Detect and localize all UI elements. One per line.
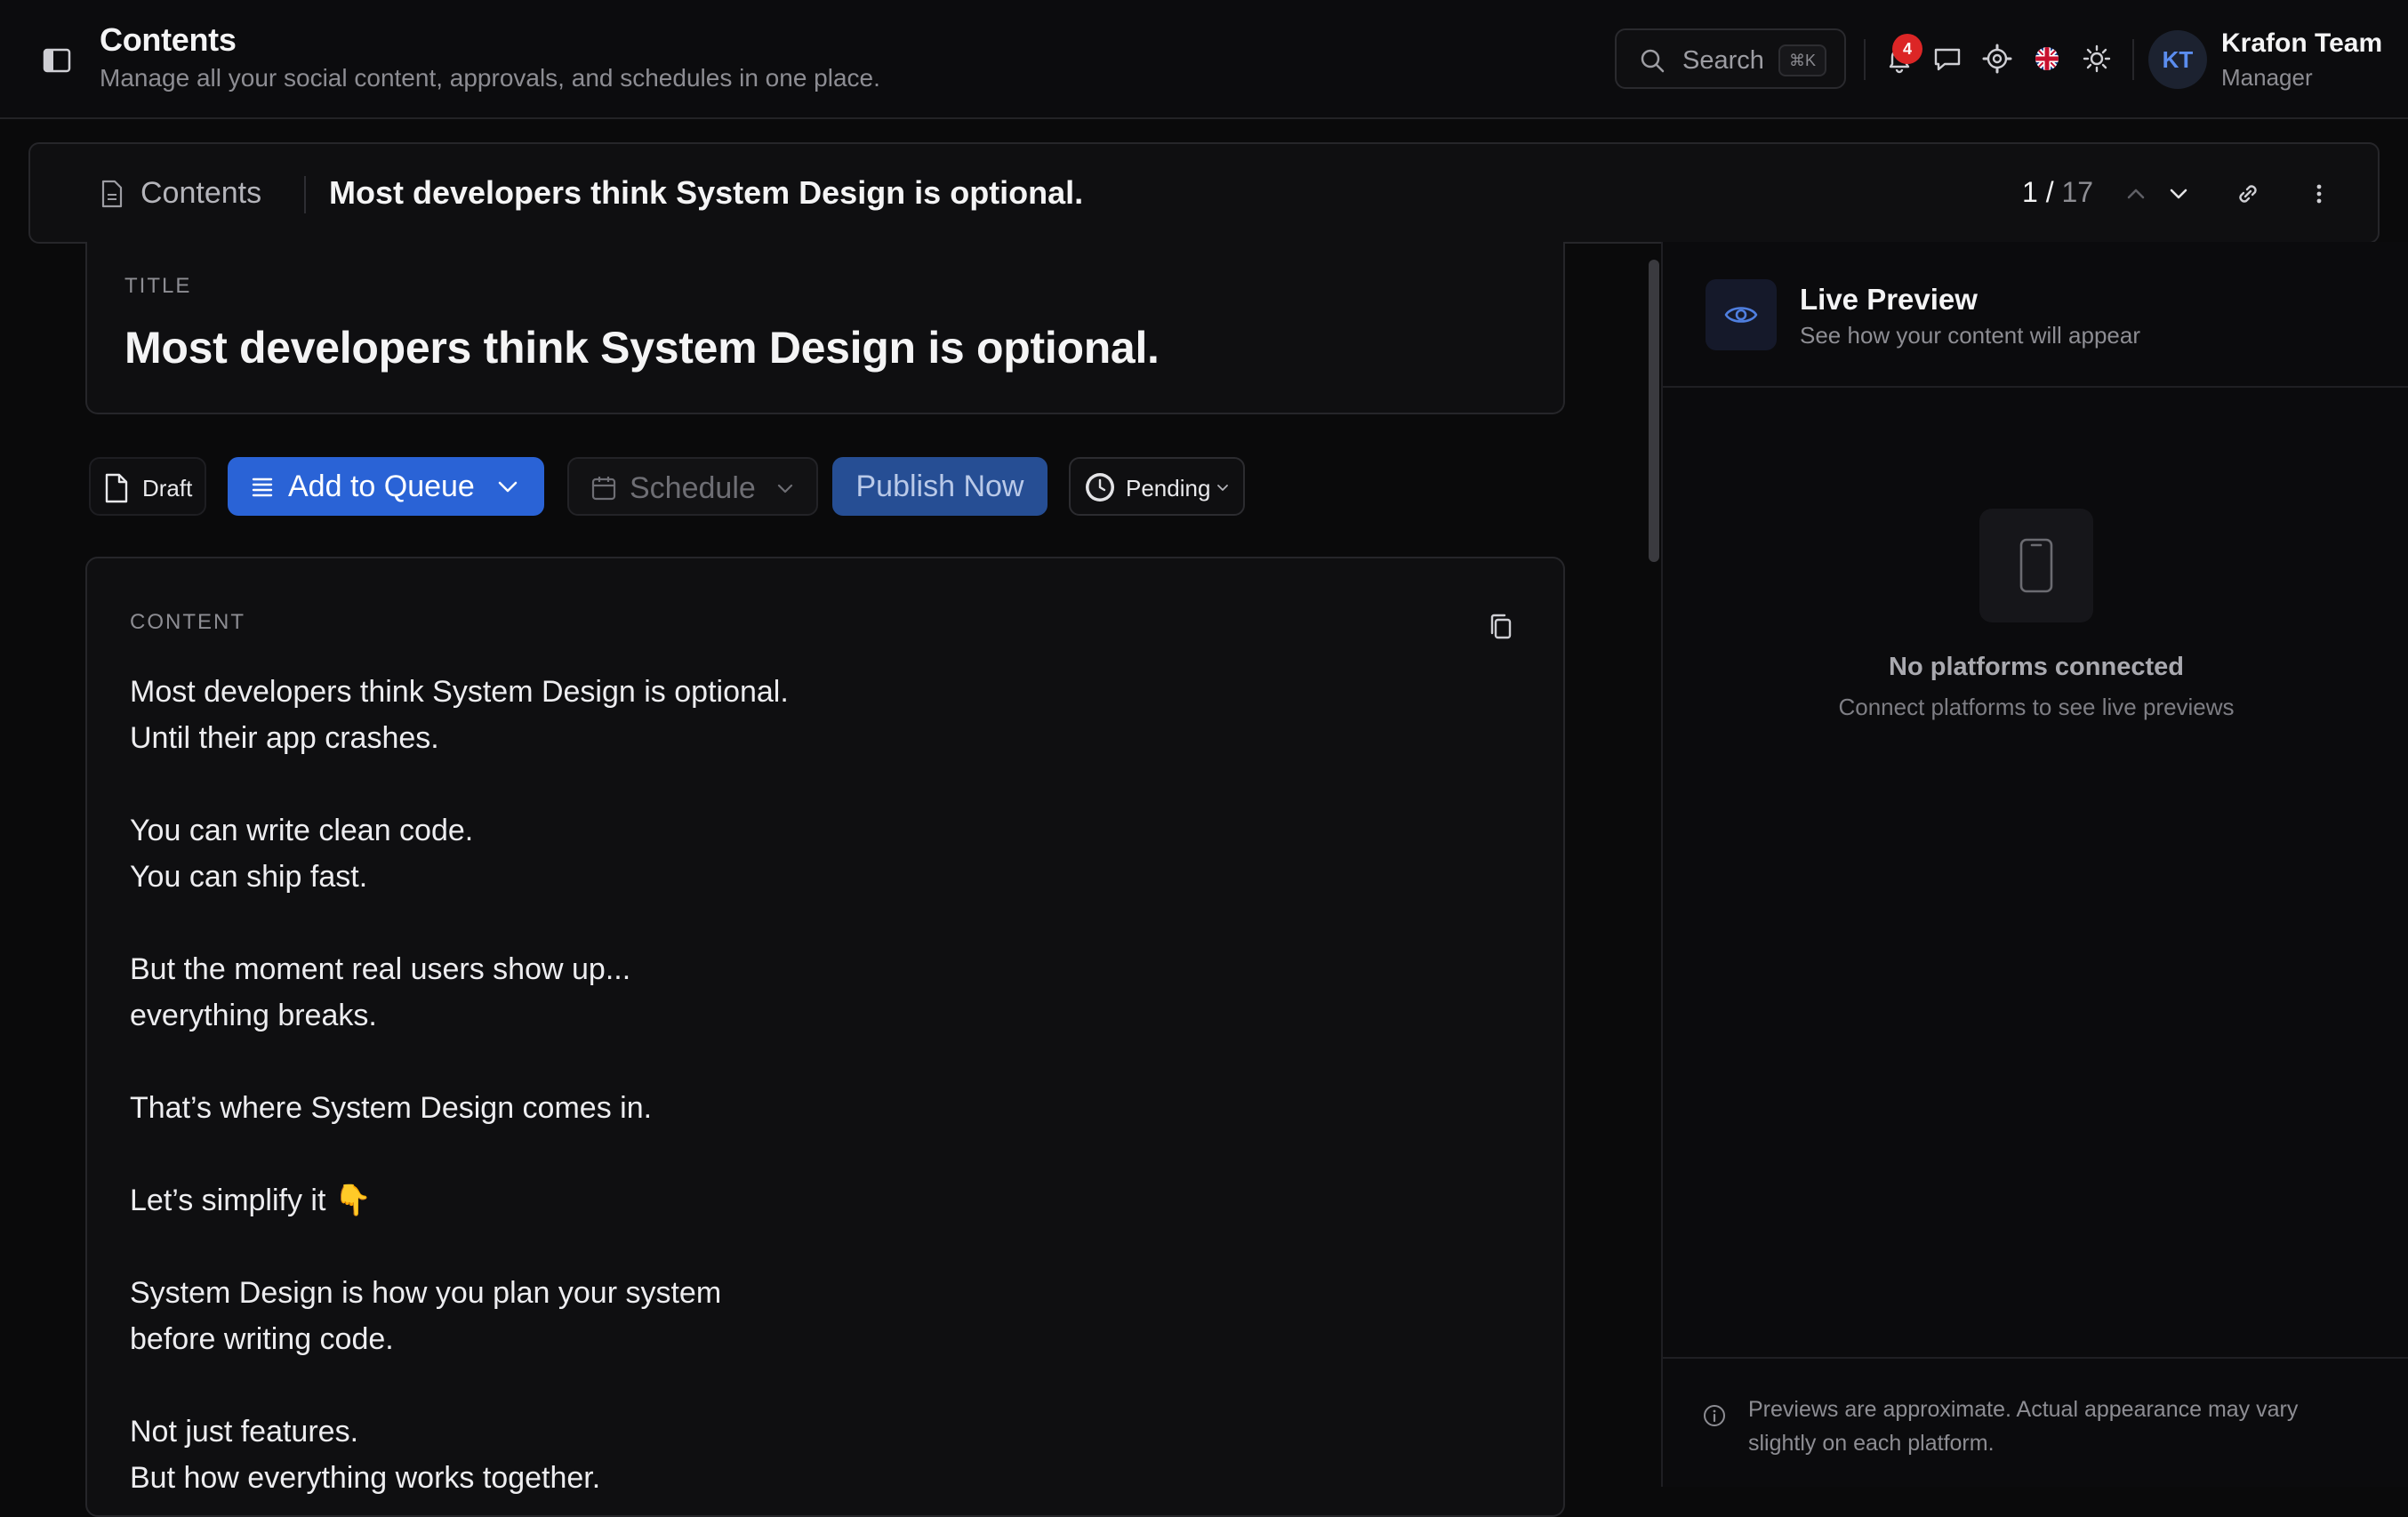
- content-card: CONTENT Most developers think System Des…: [85, 557, 1565, 1517]
- schedule-button[interactable]: Schedule: [567, 457, 818, 516]
- notification-badge: 4: [1892, 34, 1922, 64]
- pager-counter: 1 / 17: [2022, 176, 2093, 209]
- breadcrumb-contents-link[interactable]: Contents: [140, 176, 261, 211]
- add-to-queue-button[interactable]: Add to Queue: [228, 457, 544, 516]
- empty-state-subtitle: Connect platforms to see live previews: [1838, 694, 2235, 720]
- status-badge: Pending: [1126, 475, 1211, 502]
- sidebar-toggle-icon[interactable]: [43, 48, 71, 73]
- calendar-icon: [590, 475, 617, 502]
- more-options-icon[interactable]: [2301, 176, 2337, 212]
- add-to-queue-label: Add to Queue: [288, 470, 475, 503]
- eye-icon-container: [1706, 279, 1777, 350]
- copy-link-button[interactable]: [2230, 176, 2266, 212]
- user-name: Krafon Team: [2221, 28, 2383, 58]
- header-divider: [2132, 39, 2134, 80]
- copy-icon[interactable]: [1487, 612, 1515, 642]
- file-icon: [103, 473, 130, 503]
- user-role: Manager: [2221, 64, 2313, 91]
- gear-icon[interactable]: [1981, 43, 2013, 75]
- breadcrumb: Contents Most developers think System De…: [28, 142, 2380, 244]
- live-preview-header: Live Preview See how your content will a…: [1663, 242, 2408, 388]
- eye-icon: [1723, 299, 1759, 331]
- live-preview-panel: Live Preview See how your content will a…: [1661, 242, 2408, 1487]
- page-subtitle: Manage all your social content, approval…: [100, 64, 880, 92]
- breadcrumb-current: Most developers think System Design is o…: [329, 174, 1084, 211]
- live-preview-subtitle: See how your content will appear: [1800, 322, 2141, 349]
- search-input[interactable]: Search ⌘K: [1615, 28, 1846, 89]
- sun-icon[interactable]: [2081, 43, 2113, 75]
- info-icon: [1702, 1403, 1727, 1428]
- app-header: Contents Manage all your social content,…: [0, 0, 2408, 119]
- chevron-down-icon: [1216, 484, 1229, 493]
- page-title: Contents: [100, 21, 237, 58]
- search-placeholder: Search: [1682, 46, 1764, 75]
- content-body[interactable]: Most developers think System Design is o…: [130, 669, 1464, 1501]
- publish-now-button[interactable]: Publish Now: [832, 457, 1047, 516]
- uk-flag-icon[interactable]: [2031, 43, 2063, 75]
- editor-scrollbar[interactable]: [1649, 260, 1659, 562]
- previous-item-button[interactable]: [2118, 176, 2154, 212]
- search-icon: [1638, 46, 1666, 75]
- breadcrumb-separator: [304, 176, 306, 213]
- chat-icon[interactable]: [1931, 43, 1963, 75]
- chevron-down-icon[interactable]: [496, 477, 519, 496]
- search-shortcut-badge: ⌘K: [1778, 44, 1826, 76]
- phone-icon-container: [1979, 509, 2093, 622]
- title-card: TITLE Most developers think System Desig…: [85, 242, 1565, 414]
- live-preview-title: Live Preview: [1800, 283, 1978, 316]
- list-icon: [251, 475, 274, 498]
- publish-now-label: Publish Now: [855, 470, 1024, 503]
- draft-status-button[interactable]: Draft: [89, 457, 206, 516]
- empty-state-title: No platforms connected: [1889, 653, 2184, 681]
- next-item-button[interactable]: [2161, 176, 2196, 212]
- document-icon: [100, 180, 124, 208]
- pager-total: 17: [2061, 176, 2094, 208]
- pager-position: 1 /: [2022, 176, 2054, 208]
- content-label: CONTENT: [130, 610, 245, 634]
- schedule-label: Schedule: [630, 471, 756, 505]
- phone-icon: [2019, 537, 2054, 594]
- title-field[interactable]: Most developers think System Design is o…: [124, 322, 1160, 373]
- draft-label: Draft: [142, 475, 193, 502]
- title-label: TITLE: [124, 274, 192, 298]
- clock-icon: [1083, 470, 1117, 504]
- avatar[interactable]: KT: [2148, 30, 2207, 89]
- preview-footer: Previews are approximate. Actual appeara…: [1663, 1357, 2408, 1487]
- header-divider: [1864, 39, 1866, 80]
- preview-disclaimer: Previews are approximate. Actual appeara…: [1748, 1397, 2299, 1456]
- chevron-down-icon: [775, 480, 795, 496]
- approval-status-dropdown[interactable]: Pending: [1069, 457, 1245, 516]
